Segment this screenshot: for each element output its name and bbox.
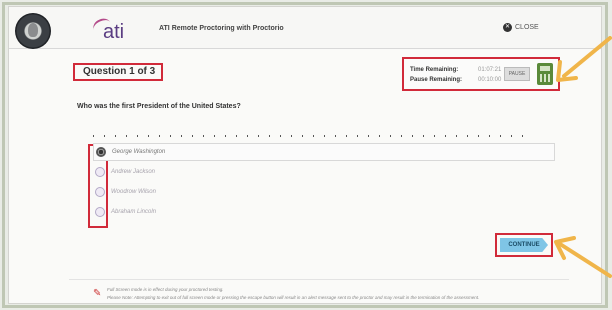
calculator-icon[interactable] [537, 63, 553, 85]
app-title: ATI Remote Proctoring with Proctorio [159, 25, 284, 32]
arrow-annotation-timer [556, 36, 612, 82]
exam-screen: ati ATI Remote Proctoring with Proctorio… [8, 6, 602, 304]
radio-icon[interactable] [96, 147, 106, 157]
footer-divider [69, 279, 569, 280]
dotted-divider [93, 135, 533, 137]
close-button[interactable]: ✕ CLOSE [503, 23, 539, 32]
close-label: CLOSE [515, 24, 539, 31]
footer-notice: Full Screen mode is in effect during you… [107, 287, 224, 292]
answer-label: Abraham Lincoln [111, 209, 157, 215]
question-counter: Question 1 of 3 [73, 63, 163, 81]
header: ati ATI Remote Proctoring with Proctorio… [9, 7, 601, 49]
pause-remaining-label: Pause Remaining: [410, 77, 463, 83]
answer-option-4[interactable]: Abraham Lincoln [93, 203, 555, 221]
timer-values: 01:07:21 00:10:00 [478, 65, 501, 85]
time-remaining-value: 01:07:21 [478, 67, 502, 73]
question-prompt: Who was the first President of the Unite… [77, 103, 241, 110]
continue-button[interactable]: CONTINUE [500, 238, 548, 252]
continue-highlight-box: CONTINUE [495, 233, 553, 257]
answer-label: George Washington [112, 149, 166, 155]
answer-option-2[interactable]: Andrew Jackson [93, 163, 555, 181]
pause-button[interactable]: PAUSE [504, 67, 530, 81]
avatar [15, 13, 51, 49]
answer-label: Woodrow Wilson [111, 189, 156, 195]
timer-panel: Time Remaining: Pause Remaining: 01:07:2… [402, 57, 560, 91]
timer-labels: Time Remaining: Pause Remaining: [410, 65, 462, 85]
answer-option-1[interactable]: George Washington [93, 143, 555, 161]
close-icon: ✕ [503, 23, 512, 32]
arrow-annotation-continue [554, 236, 612, 278]
radio-icon[interactable] [95, 207, 105, 217]
time-remaining-label: Time Remaining: [410, 67, 459, 73]
pause-remaining-value: 00:10:00 [478, 77, 502, 83]
radio-icon[interactable] [95, 187, 105, 197]
answer-label: Andrew Jackson [111, 169, 156, 175]
radio-icon[interactable] [95, 167, 105, 177]
ati-logo: ati [90, 15, 141, 43]
footer-warning: Please Note: Attempting to exit out of f… [107, 295, 480, 300]
warning-icon: ✎ [93, 288, 102, 299]
answer-option-3[interactable]: Woodrow Wilson [93, 183, 555, 201]
logo-text: ati [103, 21, 125, 43]
